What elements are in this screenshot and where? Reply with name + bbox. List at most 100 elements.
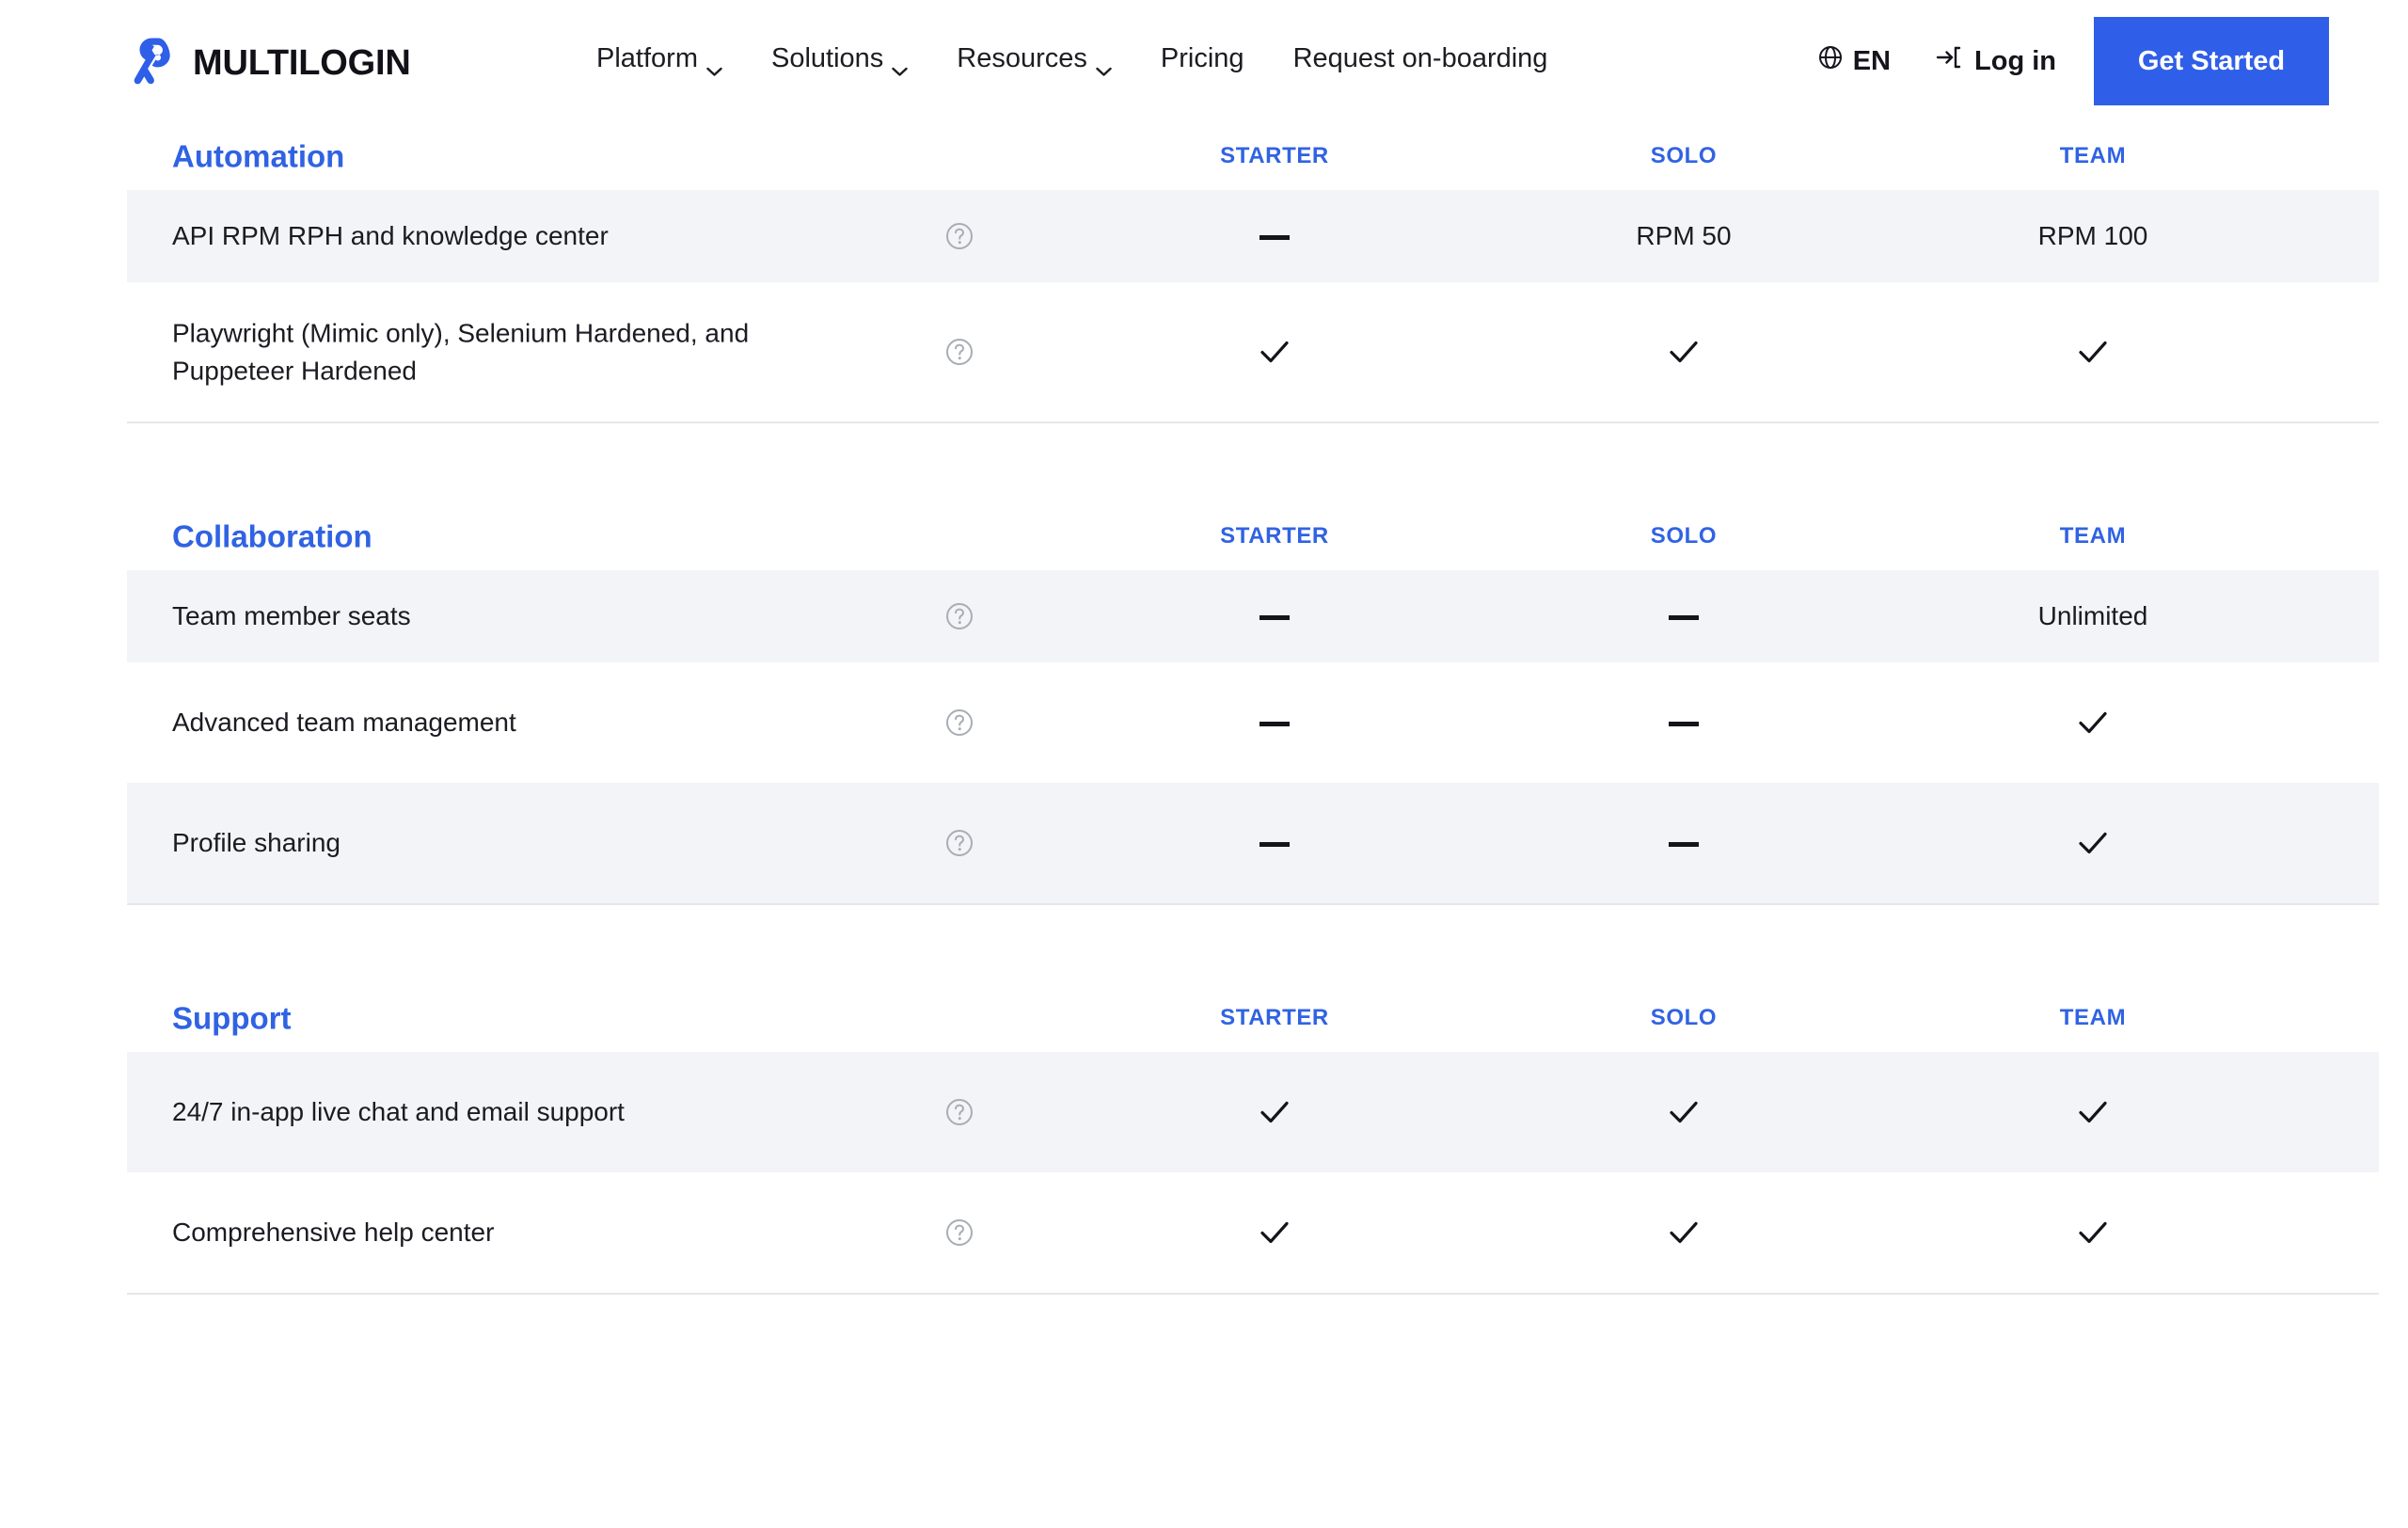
nav-item-label: Solutions — [770, 43, 884, 73]
dash-icon — [1259, 235, 1290, 241]
globe-icon — [1818, 45, 1843, 77]
feature-label: Profile sharing — [172, 828, 341, 858]
chevron-down-icon — [706, 55, 722, 76]
table-section: Collaboration STARTER SOLO TEAM Team member … — [0, 502, 2408, 984]
brand-name: MULTILOGIN — [193, 43, 411, 83]
get-started-button[interactable]: Get Started — [2094, 17, 2329, 105]
column-header-team: TEAM — [2059, 523, 2127, 549]
checkmark-icon — [2075, 1094, 2111, 1130]
table-row: Team member seats Unlimited — [127, 570, 2379, 662]
section-title: Automation — [172, 138, 345, 174]
section-title: Support — [172, 1000, 292, 1036]
column-header-solo: SOLO — [1650, 143, 1718, 168]
question-circle-icon[interactable] — [945, 338, 974, 366]
language-label: EN — [1852, 45, 1892, 76]
column-header-solo: SOLO — [1650, 1005, 1718, 1030]
nav-item-label: Resources — [957, 43, 1087, 73]
plan-value-cell — [1669, 709, 1699, 736]
dash-icon — [1669, 615, 1699, 621]
nav-item-request-onboarding[interactable]: Request on-boarding — [1269, 45, 1573, 72]
plan-value-cell — [1257, 1215, 1292, 1250]
table-rows: Team member seats Unlimited Advanced team … — [0, 570, 2408, 903]
plan-value-cell — [1257, 334, 1292, 370]
main-nav: Platform Solutions Resources Pricing Req… — [572, 43, 1573, 76]
plan-value-cell — [2075, 705, 2111, 740]
plan-value-cell: RPM 100 — [2037, 221, 2148, 250]
checkmark-icon — [2075, 1215, 2111, 1250]
table-row: 24/7 in-app live chat and email support — [127, 1052, 2379, 1172]
section-divider — [127, 1293, 2379, 1295]
chevron-down-icon — [892, 55, 908, 76]
table-row: Comprehensive help center — [127, 1172, 2379, 1293]
chevron-down-icon — [1096, 55, 1112, 76]
login-arrow-icon — [1936, 45, 1962, 77]
plan-value-cell — [2075, 334, 2111, 370]
section-title: Collaboration — [172, 518, 372, 554]
section-header: Automation STARTER SOLO TEAM — [0, 122, 2408, 190]
nav-item-label: Platform — [596, 43, 698, 73]
checkmark-icon — [1666, 334, 1702, 370]
question-circle-icon[interactable] — [945, 708, 974, 737]
question-circle-icon[interactable] — [945, 222, 974, 250]
column-header-starter: STARTER — [1220, 523, 1329, 549]
table-section: Support STARTER SOLO TEAM 24/7 in-app live c… — [0, 984, 2408, 1295]
column-header-starter: STARTER — [1220, 143, 1329, 168]
dash-icon — [1669, 722, 1699, 727]
table-rows: API RPM RPH and knowledge center RPM 50 RP… — [0, 190, 2408, 422]
plan-value-cell — [1259, 709, 1290, 736]
feature-label: API RPM RPH and knowledge center — [172, 221, 609, 251]
table-row: Advanced team management — [127, 662, 2379, 783]
feature-label: Playwright (Mimic only), Selenium Harden… — [172, 318, 750, 385]
feature-label: Comprehensive help center — [172, 1218, 495, 1248]
question-circle-icon[interactable] — [945, 1218, 974, 1247]
feature-label: Advanced team management — [172, 708, 516, 738]
section-header: Collaboration STARTER SOLO TEAM — [0, 502, 2408, 570]
checkmark-icon — [1257, 1215, 1292, 1250]
checkmark-icon — [2075, 334, 2111, 370]
dash-icon — [1669, 842, 1699, 848]
plan-value-cell — [2075, 1094, 2111, 1130]
checkmark-icon — [1666, 1094, 1702, 1130]
plan-value-cell — [1259, 223, 1290, 249]
plan-value-cell — [1666, 1215, 1702, 1250]
checkmark-icon — [1257, 334, 1292, 370]
plan-value-cell — [1259, 830, 1290, 856]
nav-item-pricing[interactable]: Pricing — [1136, 45, 1269, 72]
dash-icon — [1259, 722, 1290, 727]
nav-item-platform[interactable]: Platform — [572, 43, 747, 76]
feature-label: Team member seats — [172, 601, 411, 631]
column-header-solo: SOLO — [1650, 523, 1718, 549]
nav-item-label: Request on-boarding — [1292, 43, 1548, 73]
site-header: MULTILOGIN Platform Solutions Resources … — [0, 0, 2408, 122]
question-circle-icon[interactable] — [945, 1098, 974, 1126]
multilogin-ribbon-logo-icon — [127, 36, 176, 90]
column-header-team: TEAM — [2059, 143, 2127, 168]
nav-item-solutions[interactable]: Solutions — [747, 43, 932, 76]
column-header-team: TEAM — [2059, 1005, 2127, 1030]
plan-comparison-table: Automation STARTER SOLO TEAM API RPM RPH and… — [0, 122, 2408, 1295]
checkmark-icon — [2075, 825, 2111, 861]
language-switcher[interactable]: EN — [1818, 45, 1936, 77]
plan-value-cell: Unlimited — [2037, 601, 2148, 630]
question-circle-icon[interactable] — [945, 829, 974, 857]
checkmark-icon — [2075, 705, 2111, 740]
question-circle-icon[interactable] — [945, 602, 974, 630]
header-actions: EN Log in Get Started — [1818, 17, 2329, 105]
login-link[interactable]: Log in — [1936, 45, 2094, 77]
nav-item-resources[interactable]: Resources — [932, 43, 1136, 76]
plan-value-cell — [1257, 1094, 1292, 1130]
plan-value-cell — [2075, 1215, 2111, 1250]
plan-value-cell — [1259, 603, 1290, 629]
plan-value-cell — [1669, 830, 1699, 856]
plan-value-cell — [2075, 825, 2111, 861]
plan-value-cell: RPM 50 — [1636, 221, 1732, 250]
table-row: API RPM RPH and knowledge center RPM 50 RP… — [127, 190, 2379, 282]
section-header: Support STARTER SOLO TEAM — [0, 984, 2408, 1052]
dash-icon — [1259, 842, 1290, 848]
logo[interactable]: MULTILOGIN — [127, 36, 411, 90]
login-label: Log in — [1974, 45, 2056, 76]
checkmark-icon — [1666, 1215, 1702, 1250]
plan-value-cell — [1669, 603, 1699, 629]
dash-icon — [1259, 615, 1290, 621]
